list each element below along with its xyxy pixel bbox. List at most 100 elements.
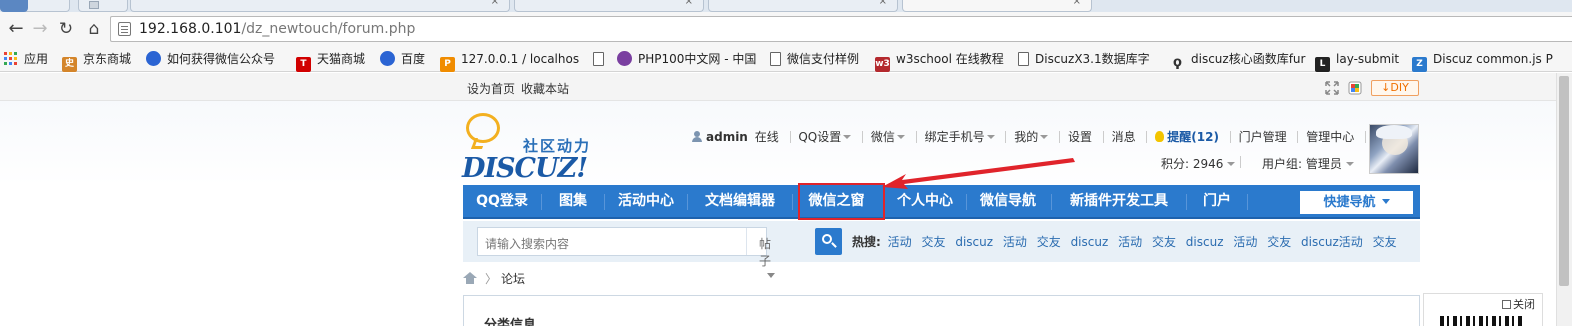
close-panel-button[interactable]: 关闭 bbox=[1502, 296, 1535, 312]
bookmark-doc[interactable] bbox=[593, 50, 610, 68]
nav-item-gallery[interactable]: 图集 bbox=[542, 185, 604, 218]
tab-close-icon[interactable]: × bbox=[685, 0, 693, 7]
reload-icon[interactable]: ↻ bbox=[54, 18, 78, 40]
hot-keyword[interactable]: 交友 bbox=[1152, 235, 1176, 249]
browser-tab-active[interactable]: × bbox=[902, 0, 1092, 12]
search-type-select[interactable]: 帖子 bbox=[759, 235, 775, 283]
online-status[interactable]: 在线 bbox=[755, 128, 779, 145]
nav-divider bbox=[1247, 194, 1248, 210]
portal-manage-link[interactable]: 门户管理 bbox=[1239, 128, 1287, 145]
hot-keyword[interactable]: 活动 bbox=[1233, 235, 1257, 249]
diy-button[interactable]: ↓DIY bbox=[1371, 80, 1419, 96]
forward-icon[interactable]: → bbox=[28, 18, 52, 40]
tab-close-icon[interactable]: × bbox=[1073, 0, 1081, 7]
my-menu[interactable]: 我的 bbox=[1014, 128, 1049, 145]
chevron-down-icon bbox=[1345, 162, 1354, 166]
admin-center-link[interactable]: 管理中心 bbox=[1306, 128, 1354, 145]
bookmark-discuz-commonjs[interactable]: Z Discuz common.js P bbox=[1412, 50, 1553, 72]
bookmark-wxpay[interactable]: 微信支付样例 bbox=[770, 50, 859, 68]
doc-icon bbox=[1018, 52, 1029, 66]
nav-divider bbox=[862, 131, 864, 143]
phpmyadmin-icon: P bbox=[440, 57, 455, 72]
site-topbar: 设为首页 收藏本站 ↓DIY bbox=[0, 73, 1572, 101]
layui-icon: L bbox=[1315, 57, 1330, 72]
tab-close-icon[interactable]: × bbox=[879, 0, 887, 7]
bookmark-apps[interactable]: 应用 bbox=[4, 50, 48, 68]
nav-item-activity-center[interactable]: 活动中心 bbox=[605, 185, 687, 218]
chevron-down-icon bbox=[1227, 162, 1236, 166]
annotation-arrow-icon bbox=[882, 158, 1075, 189]
nav-item-doc-editor[interactable]: 文档编辑器 bbox=[688, 185, 792, 218]
browser-tab[interactable]: × bbox=[514, 0, 704, 12]
nav-item-portal[interactable]: 门户 bbox=[1187, 185, 1247, 218]
wechat-menu[interactable]: 微信 bbox=[871, 128, 905, 145]
add-favorite-link[interactable]: 收藏本站 bbox=[521, 82, 569, 96]
close-icon bbox=[1502, 300, 1511, 309]
nav-item-qq-login[interactable]: QQ登录 bbox=[463, 185, 541, 218]
hot-keyword[interactable]: discuz bbox=[1186, 235, 1224, 249]
nav-divider bbox=[1146, 131, 1148, 143]
hot-keyword[interactable]: 交友 bbox=[1267, 235, 1291, 249]
color-palette-icon[interactable] bbox=[1348, 81, 1362, 95]
usergroup-menu[interactable]: 用户组: 管理员 bbox=[1262, 155, 1354, 172]
hot-keyword[interactable]: 活动 bbox=[1003, 235, 1027, 249]
remind-link[interactable]: 提醒(12) bbox=[1155, 128, 1219, 145]
hot-keyword[interactable]: 交友 bbox=[1037, 235, 1061, 249]
browser-tab[interactable]: × bbox=[708, 0, 898, 12]
bookmark-w3school[interactable]: w3 w3school 在线教程 bbox=[875, 50, 1004, 72]
settings-link[interactable]: 设置 bbox=[1068, 128, 1092, 145]
home-icon[interactable] bbox=[463, 272, 477, 284]
tab-close-icon[interactable]: × bbox=[491, 0, 499, 7]
bookmark-tmall[interactable]: T 天猫商城 bbox=[296, 50, 365, 72]
points-menu[interactable]: 积分: 2946 bbox=[1161, 155, 1236, 172]
home-icon[interactable]: ⌂ bbox=[82, 18, 106, 40]
scrollbar-thumb[interactable] bbox=[1559, 76, 1569, 286]
page-info-icon[interactable] bbox=[118, 22, 131, 36]
breadcrumb-current[interactable]: 论坛 bbox=[501, 272, 525, 286]
hot-keyword[interactable]: discuz活动 bbox=[1301, 235, 1363, 249]
nav-divider bbox=[789, 131, 791, 143]
bookmark-phpmyadmin[interactable]: P 127.0.0.1 / localhos bbox=[440, 50, 579, 72]
fullscreen-icon[interactable] bbox=[1325, 81, 1339, 95]
hot-search-label: 热搜: bbox=[852, 235, 881, 249]
bookmark-baidu[interactable]: 百度 bbox=[380, 50, 425, 68]
search-button[interactable] bbox=[815, 228, 842, 255]
username-link[interactable]: admin bbox=[706, 130, 748, 144]
messages-link[interactable]: 消息 bbox=[1112, 128, 1136, 145]
bookmark-lay-submit[interactable]: Llay-submit bbox=[1315, 50, 1399, 72]
browser-tab[interactable] bbox=[78, 0, 128, 12]
qq-settings-menu[interactable]: QQ设置 bbox=[798, 128, 852, 145]
logo-brand: DISCUZ! bbox=[462, 153, 588, 184]
nav-divider bbox=[1059, 131, 1061, 143]
highlight-box bbox=[798, 183, 885, 220]
set-home-link[interactable]: 设为首页 bbox=[467, 82, 515, 96]
userinfo-divider bbox=[1240, 155, 1241, 169]
chevron-down-icon bbox=[1381, 199, 1390, 204]
bookmark-discuz-db[interactable]: DiscuzX3.1数据库字 bbox=[1018, 50, 1150, 68]
w3school-icon: w3 bbox=[875, 57, 890, 72]
bookmark-wechat-howto[interactable]: 如何获得微信公众号 bbox=[146, 50, 275, 68]
avatar[interactable] bbox=[1369, 124, 1419, 174]
discuz-logo[interactable]: 社区动力 DISCUZ! bbox=[462, 113, 602, 184]
hot-keyword[interactable]: 活动 bbox=[888, 235, 912, 249]
address-bar[interactable]: 192.168.0.101/dz_newtouch/forum.php bbox=[110, 16, 1572, 42]
hot-keyword[interactable]: 交友 bbox=[921, 235, 945, 249]
hot-keyword[interactable]: 活动 bbox=[1118, 235, 1142, 249]
hot-keyword[interactable]: discuz bbox=[1071, 235, 1109, 249]
bookmark-discuz-funcs[interactable]: ϙ discuz核心函数库fur bbox=[1170, 50, 1305, 70]
bind-phone-menu[interactable]: 绑定手机号 bbox=[925, 128, 995, 145]
browser-tab[interactable]: × bbox=[130, 0, 510, 12]
quick-nav-button[interactable]: 快捷导航 bbox=[1300, 191, 1413, 214]
search-input[interactable]: 请输入搜索内容 帖子 bbox=[477, 227, 775, 278]
tmall-icon: T bbox=[296, 57, 311, 72]
nav-divider bbox=[1365, 131, 1367, 143]
bookmark-jd[interactable]: 史京东商城 bbox=[62, 50, 131, 72]
bookmark-php100[interactable]: PHP100中文网 - 中国 bbox=[617, 50, 756, 68]
back-icon[interactable]: ← bbox=[4, 18, 28, 40]
php100-icon bbox=[617, 51, 632, 66]
hot-keyword[interactable]: 交友 bbox=[1373, 235, 1397, 249]
topbar-links: 设为首页 收藏本站 bbox=[467, 80, 575, 97]
chevron-down-icon bbox=[896, 135, 905, 139]
hot-keyword[interactable]: discuz bbox=[955, 235, 993, 249]
window-button[interactable] bbox=[0, 0, 28, 12]
